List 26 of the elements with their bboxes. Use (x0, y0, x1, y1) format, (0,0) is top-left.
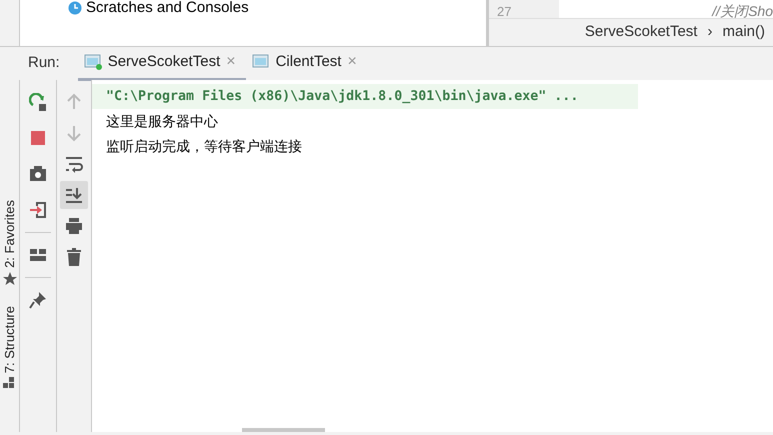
scroll-to-end-icon[interactable] (65, 186, 83, 204)
breadcrumb-separator: › (707, 22, 712, 42)
code-comment: //关闭Sho (710, 2, 773, 18)
console-icon (84, 54, 102, 70)
tool-window-tab[interactable]: 7: Structure (0, 306, 20, 373)
scrollbar-thumb[interactable] (242, 428, 325, 432)
trash-icon[interactable] (65, 248, 83, 266)
layout-icon[interactable] (29, 246, 47, 264)
console-output: 这里是服务器中心 (105, 112, 219, 131)
run-label: Run: (28, 53, 60, 74)
stop-icon[interactable] (29, 129, 47, 147)
rerun-icon[interactable] (29, 93, 47, 111)
line-number: 27 (489, 0, 559, 18)
star-icon (2, 272, 16, 286)
console-icon (252, 54, 270, 70)
console-output: 监听启动完成，等待客户端连接 (105, 137, 303, 156)
pin-icon[interactable] (29, 291, 47, 309)
breadcrumb[interactable]: ServeScoketTest (584, 21, 698, 44)
camera-icon[interactable] (29, 165, 47, 183)
structure-icon (2, 376, 16, 391)
soft-wrap-icon[interactable] (65, 155, 83, 173)
tree-item-label[interactable]: Scratches and Consoles (86, 0, 249, 16)
print-icon[interactable] (65, 217, 83, 235)
tool-window-tab[interactable]: 2: Favorites (0, 200, 20, 268)
exit-icon[interactable] (29, 201, 47, 219)
breadcrumb[interactable]: main() (722, 21, 765, 44)
